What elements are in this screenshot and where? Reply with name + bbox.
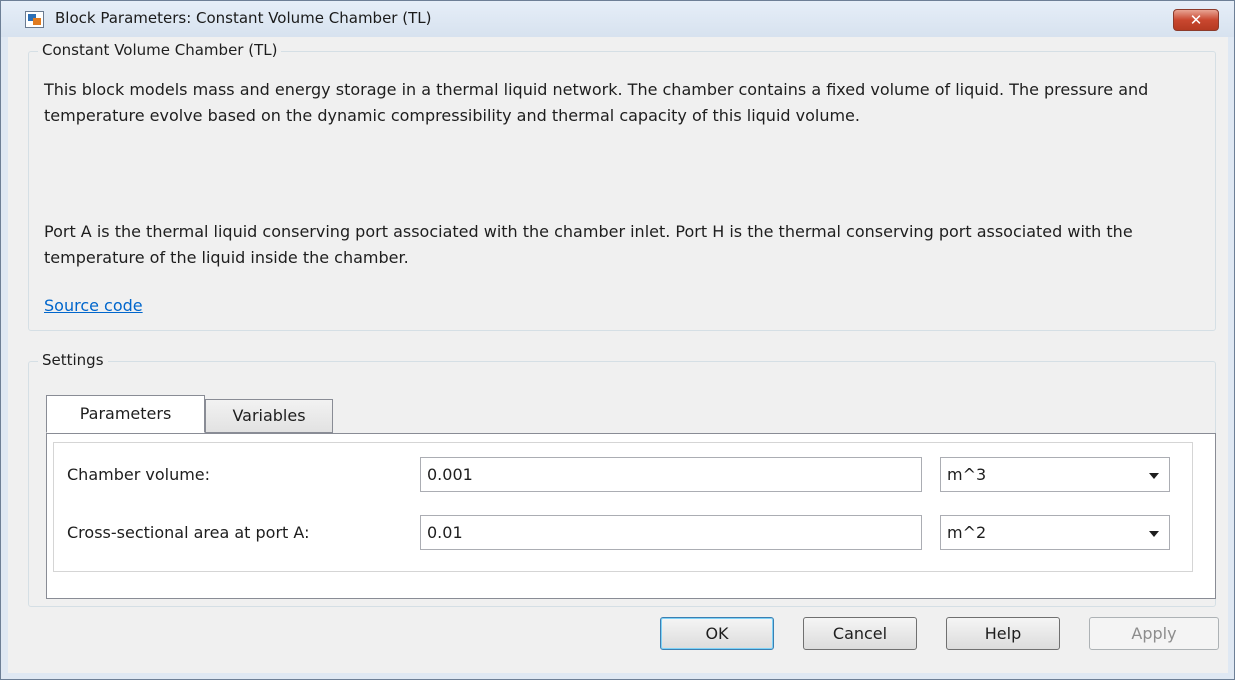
help-button[interactable]: Help — [946, 617, 1060, 650]
chamber-volume-input[interactable]: 0.001 — [420, 457, 922, 492]
parameters-panel: Chamber volume: 0.001 m^3 Cross-sectiona… — [46, 433, 1216, 599]
parameters-box: Chamber volume: 0.001 m^3 Cross-sectiona… — [53, 442, 1193, 572]
close-icon: ✕ — [1189, 11, 1203, 29]
area-port-a-unit-select[interactable]: m^2 — [940, 515, 1170, 550]
window-title: Block Parameters: Constant Volume Chambe… — [55, 9, 432, 27]
area-port-a-label: Cross-sectional area at port A: — [67, 523, 310, 542]
chamber-volume-unit-select[interactable]: m^3 — [940, 457, 1170, 492]
block-ports-text: Port A is the thermal liquid conserving … — [44, 222, 1133, 267]
block-description-text: This block models mass and energy storag… — [44, 80, 1149, 125]
area-port-a-input[interactable]: 0.01 — [420, 515, 922, 550]
area-port-a-unit-value: m^2 — [947, 523, 987, 542]
source-code-link[interactable]: Source code — [44, 296, 143, 315]
cancel-button[interactable]: Cancel — [803, 617, 917, 650]
chamber-volume-label: Chamber volume: — [67, 465, 211, 484]
ok-button[interactable]: OK — [660, 617, 774, 650]
tab-variables[interactable]: Variables — [205, 399, 333, 433]
dialog-window: Block Parameters: Constant Volume Chambe… — [0, 0, 1235, 680]
title-bar[interactable]: Block Parameters: Constant Volume Chambe… — [1, 1, 1234, 37]
block-description-title: Constant Volume Chamber (TL) — [38, 41, 282, 59]
apply-button[interactable]: Apply — [1089, 617, 1219, 650]
tab-parameters[interactable]: Parameters — [46, 395, 205, 433]
chevron-down-icon — [1149, 473, 1159, 479]
chevron-down-icon — [1149, 531, 1159, 537]
simulink-block-icon — [25, 11, 44, 28]
chamber-volume-unit-value: m^3 — [947, 465, 987, 484]
dialog-body: Constant Volume Chamber (TL) This block … — [8, 37, 1228, 673]
close-button[interactable]: ✕ — [1173, 9, 1219, 31]
settings-title: Settings — [38, 351, 108, 369]
tab-parameters-label: Parameters — [79, 404, 172, 423]
tab-variables-label: Variables — [232, 406, 306, 425]
